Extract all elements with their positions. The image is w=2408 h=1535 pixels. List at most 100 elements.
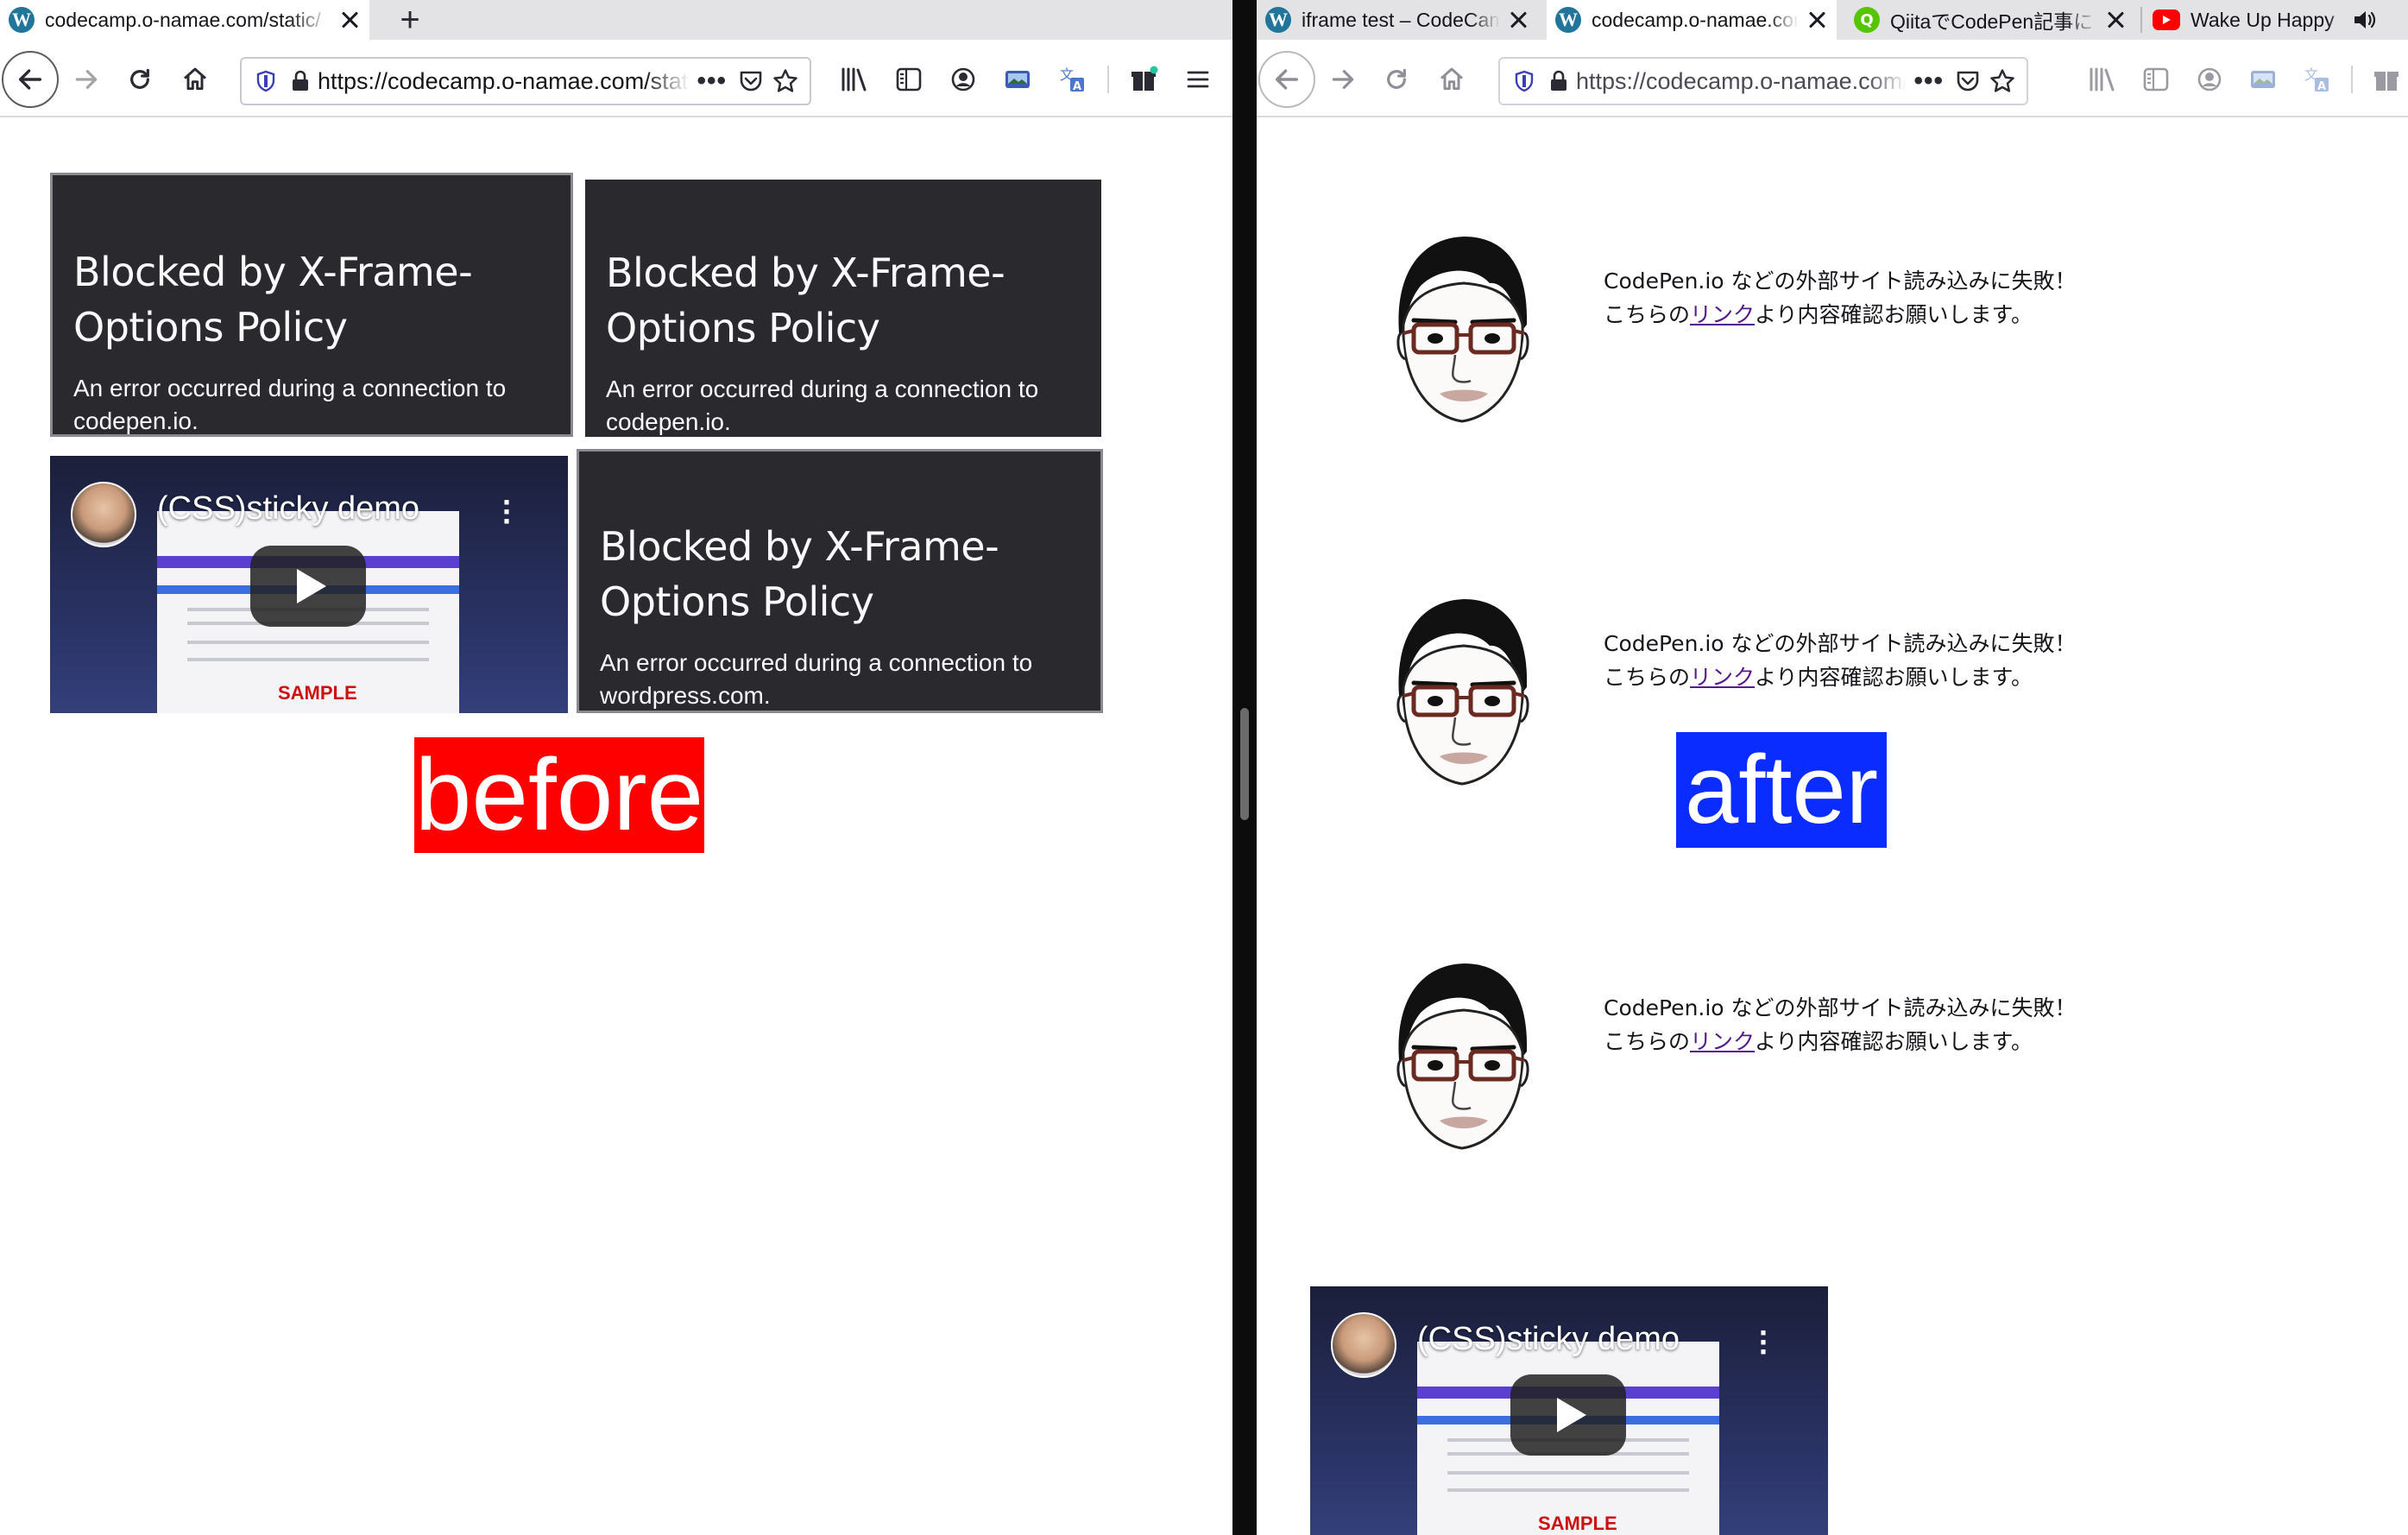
fallback-message: CodePen.io などの外部サイト読み込みに失敗！ こちらのリンクより内容確…	[1604, 995, 2077, 1054]
content-link[interactable]: リンク	[1690, 302, 1755, 327]
play-button[interactable]	[1510, 1374, 1626, 1456]
more-options-icon[interactable]: · · ·	[499, 487, 516, 537]
sidebar-icon[interactable]	[2139, 62, 2173, 97]
home-button[interactable]	[1428, 55, 1476, 104]
play-button[interactable]	[250, 546, 366, 627]
home-button[interactable]	[171, 55, 219, 104]
tab-audio-icon[interactable]	[2353, 0, 2377, 40]
video-title[interactable]: (CSS)sticky demo	[1417, 1321, 1680, 1358]
channel-avatar[interactable]	[1331, 1312, 1396, 1378]
forward-arrow-icon	[75, 70, 98, 89]
qiita-icon: Q	[1854, 7, 1880, 33]
lock-icon[interactable]	[283, 64, 318, 98]
lock-icon[interactable]	[1541, 64, 1576, 98]
play-icon	[1557, 1398, 1586, 1432]
blocked-iframe: Blocked by X-Frame-Options Policy An err…	[585, 180, 1101, 437]
back-button[interactable]	[1258, 51, 1315, 108]
translate-icon[interactable]: 文A	[2299, 62, 2334, 97]
blocked-title: Blocked by X-Frame-Options Policy	[606, 250, 1005, 351]
content-link[interactable]: リンク	[1690, 665, 1755, 690]
close-tab-icon[interactable]	[2379, 0, 2408, 40]
library-icon[interactable]	[2085, 62, 2120, 97]
svg-text:A: A	[1073, 80, 1081, 93]
author-illustration	[1396, 599, 1529, 786]
video-title[interactable]: (CSS)sticky demo	[157, 490, 419, 527]
iframe-fallback: CodePen.io などの外部サイト読み込みに失敗！ こちらのリンクより内容確…	[1352, 204, 2128, 437]
fallback-message: CodePen.io などの外部サイト読み込みに失敗！ こちらのリンクより内容確…	[1604, 631, 2077, 690]
page-content-before: Blocked by X-Frame-Options Policy An err…	[0, 117, 1232, 1535]
wordpress-icon: W	[9, 7, 35, 33]
blocked-iframe: Blocked by X-Frame-Options Policy An err…	[577, 449, 1103, 713]
svg-text:A: A	[2317, 80, 2326, 93]
tab-youtube[interactable]: Wake Up Happy	[2144, 0, 2360, 40]
play-icon	[297, 569, 326, 603]
address-bar[interactable]: https://codecamp.o-namae.com/static/ •••	[240, 57, 811, 105]
forward-button[interactable]	[62, 55, 110, 104]
tab-codecamp-home[interactable]: W codecamp.o-namae.com	[1547, 0, 1837, 40]
youtube-embed[interactable]: SAMPLE (CSS)sticky demo · · ·	[1310, 1286, 1828, 1535]
reload-button[interactable]	[1372, 55, 1421, 104]
gift-icon[interactable]	[2370, 62, 2405, 97]
tab-separator	[2140, 7, 2142, 33]
url-text[interactable]: https://codecamp.o-namae.com/static/	[318, 68, 690, 95]
pocket-icon[interactable]	[734, 64, 768, 98]
reload-icon	[1387, 68, 1406, 89]
browser-window-before: W codecamp.o-namae.com/static/ + https:/…	[0, 0, 1232, 1535]
navigation-bar: https://codecamp.o-namae.com/ ••• 文A	[1257, 40, 2408, 117]
navigation-bar: https://codecamp.o-namae.com/static/ •••…	[0, 40, 1232, 117]
tracking-shield-icon[interactable]	[249, 64, 283, 98]
tab-static-page[interactable]: W codecamp.o-namae.com/static/	[0, 0, 369, 40]
toolbar-separator	[2351, 66, 2353, 93]
menu-icon[interactable]	[1181, 62, 1215, 97]
blocked-message: An error occurred during a connection to…	[73, 375, 507, 434]
back-arrow-icon	[1275, 69, 1299, 90]
back-arrow-icon	[18, 69, 42, 90]
close-tab-icon[interactable]	[2104, 9, 2127, 31]
wordpress-icon: W	[1265, 7, 1291, 33]
blocked-message: An error occurred during a connection to…	[600, 649, 1033, 709]
close-tab-icon[interactable]	[1806, 9, 1828, 31]
split-resize-handle[interactable]	[1240, 708, 1249, 820]
browser-window-after: W iframe test – CodeCamp W codecamp.o-na…	[1257, 0, 2408, 1535]
more-options-icon[interactable]: · · ·	[1756, 1317, 1773, 1368]
bookmark-star-icon[interactable]	[768, 64, 803, 98]
library-icon[interactable]	[837, 62, 872, 97]
new-tab-button[interactable]: +	[384, 0, 436, 40]
blocked-message: An error occurred during a connection to…	[606, 376, 1039, 435]
blocked-iframe: Blocked by X-Frame-Options Policy An err…	[50, 173, 573, 437]
account-icon[interactable]	[2192, 62, 2227, 97]
tab-strip: W iframe test – CodeCamp W codecamp.o-na…	[1257, 0, 2408, 40]
youtube-icon	[2153, 9, 2180, 30]
home-icon	[1440, 67, 1463, 91]
author-illustration	[1396, 963, 1529, 1150]
home-icon	[184, 67, 206, 91]
tracking-shield-icon[interactable]	[1507, 64, 1541, 98]
close-tab-icon[interactable]	[338, 9, 361, 31]
close-tab-icon[interactable]	[1507, 9, 1529, 31]
address-bar[interactable]: https://codecamp.o-namae.com/ •••	[1498, 57, 2028, 105]
back-button[interactable]	[2, 51, 59, 108]
sample-label: SAMPLE	[278, 682, 357, 704]
iframe-fallback: CodePen.io などの外部サイト読み込みに失敗！ こちらのリンクより内容確…	[1352, 931, 2128, 1164]
reload-button[interactable]	[116, 55, 164, 104]
toolbar-separator	[1107, 66, 1109, 93]
url-text[interactable]: https://codecamp.o-namae.com/	[1576, 68, 1907, 95]
channel-avatar[interactable]	[71, 482, 136, 547]
blocked-title: Blocked by X-Frame-Options Policy	[73, 249, 473, 351]
content-link[interactable]: リンク	[1690, 1029, 1755, 1054]
forward-button[interactable]	[1319, 55, 1367, 104]
account-icon[interactable]	[946, 62, 980, 97]
youtube-embed[interactable]: SAMPLE (CSS)sticky demo · · ·	[50, 456, 568, 713]
screenshot-extension-icon[interactable]	[2246, 62, 2280, 97]
gift-icon[interactable]	[1127, 62, 1162, 97]
pocket-icon[interactable]	[1951, 64, 1985, 98]
bookmark-star-icon[interactable]	[1985, 64, 2020, 98]
tab-iframe-test[interactable]: W iframe test – CodeCamp	[1257, 0, 1538, 40]
screenshot-extension-icon[interactable]	[1000, 62, 1035, 97]
tab-qiita[interactable]: Q QiitaでCodePen記事に	[1845, 0, 2135, 40]
translate-icon[interactable]: 文A	[1055, 62, 1089, 97]
forward-arrow-icon	[1332, 70, 1354, 89]
page-actions-icon[interactable]: •••	[690, 66, 734, 96]
sidebar-icon[interactable]	[892, 62, 926, 97]
page-actions-icon[interactable]: •••	[1907, 66, 1951, 96]
